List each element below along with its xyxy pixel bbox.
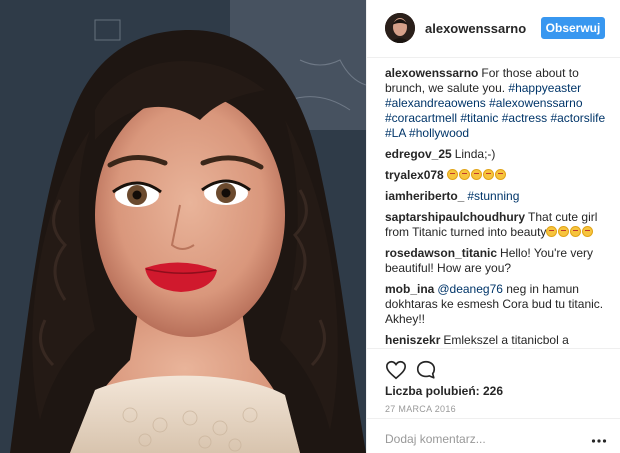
- hashtag-link[interactable]: #LA: [385, 126, 406, 140]
- comment-author[interactable]: mob_ina: [385, 282, 434, 296]
- emoji-icon: [558, 226, 570, 237]
- hashtag-link[interactable]: #actorslife: [550, 111, 605, 125]
- follow-button[interactable]: Obserwuj: [541, 17, 605, 39]
- comment-author[interactable]: tryalex078: [385, 168, 444, 182]
- comment-item: mob_ina @deaneg76 neg in hamun dokhtaras …: [385, 282, 607, 327]
- hashtag-link[interactable]: #actress: [502, 111, 547, 125]
- comment-item: heniszekrEmlekszel a titanicbol a kislan…: [385, 333, 607, 348]
- emoji-icon: [470, 169, 482, 180]
- action-bar: [367, 348, 620, 380]
- comment-item: saptarshipaulchoudhury That cute girl fro…: [385, 210, 607, 240]
- comment-item: alexowenssarno For those about to brunch,…: [385, 66, 607, 141]
- portrait-illustration: [0, 0, 366, 453]
- emoji-group-icon: [546, 225, 594, 239]
- comment-input[interactable]: [385, 431, 575, 447]
- heart-icon[interactable]: [385, 359, 407, 381]
- comment-text: Linda;-): [454, 147, 496, 161]
- comment-author[interactable]: rosedawson_titanic: [385, 246, 497, 260]
- hashtag-link[interactable]: #alexandreaowens: [385, 96, 486, 110]
- ellipsis-icon[interactable]: [591, 433, 607, 443]
- post-date[interactable]: 27 MARCA 2016: [385, 404, 456, 414]
- emoji-icon: [446, 169, 458, 180]
- comment-author[interactable]: saptarshipaulchoudhury: [385, 210, 525, 224]
- emoji-icon: [546, 226, 558, 237]
- comment-bubble-icon[interactable]: [415, 359, 437, 381]
- emoji-icon: [458, 169, 470, 180]
- comments-list: alexowenssarno For those about to brunch,…: [385, 66, 607, 348]
- emoji-icon: [582, 226, 594, 237]
- header-username[interactable]: alexowenssarno: [425, 21, 526, 36]
- emoji-icon: [482, 169, 494, 180]
- avatar-image: [385, 13, 415, 43]
- comment-author[interactable]: edregov_25: [385, 147, 452, 161]
- emoji-group-icon: [446, 168, 507, 182]
- hashtag-link[interactable]: #coracartmell: [385, 111, 457, 125]
- post-photo[interactable]: [0, 0, 366, 453]
- add-comment-section: [367, 418, 620, 453]
- likes-count[interactable]: Liczba polubień: 226: [385, 384, 503, 398]
- comment-item: iamheriberto_ #stunning: [385, 189, 607, 204]
- comment-item: tryalex078: [385, 168, 607, 183]
- comment-author[interactable]: heniszekr: [385, 333, 440, 347]
- hashtag-link[interactable]: #titanic: [460, 111, 498, 125]
- hashtag-link[interactable]: @deaneg76: [437, 282, 503, 296]
- post-header: alexowenssarno Obserwuj: [367, 0, 620, 58]
- hashtag-link[interactable]: #alexowenssarno: [489, 96, 582, 110]
- comment-author[interactable]: alexowenssarno: [385, 66, 478, 80]
- emoji-icon: [494, 169, 506, 180]
- emoji-icon: [570, 226, 582, 237]
- hashtag-link[interactable]: #happyeaster: [508, 81, 581, 95]
- avatar[interactable]: [385, 13, 415, 43]
- comment-item: edregov_25 Linda;-): [385, 147, 607, 162]
- hashtag-link[interactable]: #stunning: [467, 189, 519, 203]
- comment-item: rosedawson_titanic Hello! You're very bea…: [385, 246, 607, 276]
- comment-author[interactable]: iamheriberto_: [385, 189, 464, 203]
- hashtag-link[interactable]: #hollywood: [409, 126, 469, 140]
- post-side-panel: alexowenssarno Obserwuj alexowenssarno Fo…: [366, 0, 620, 453]
